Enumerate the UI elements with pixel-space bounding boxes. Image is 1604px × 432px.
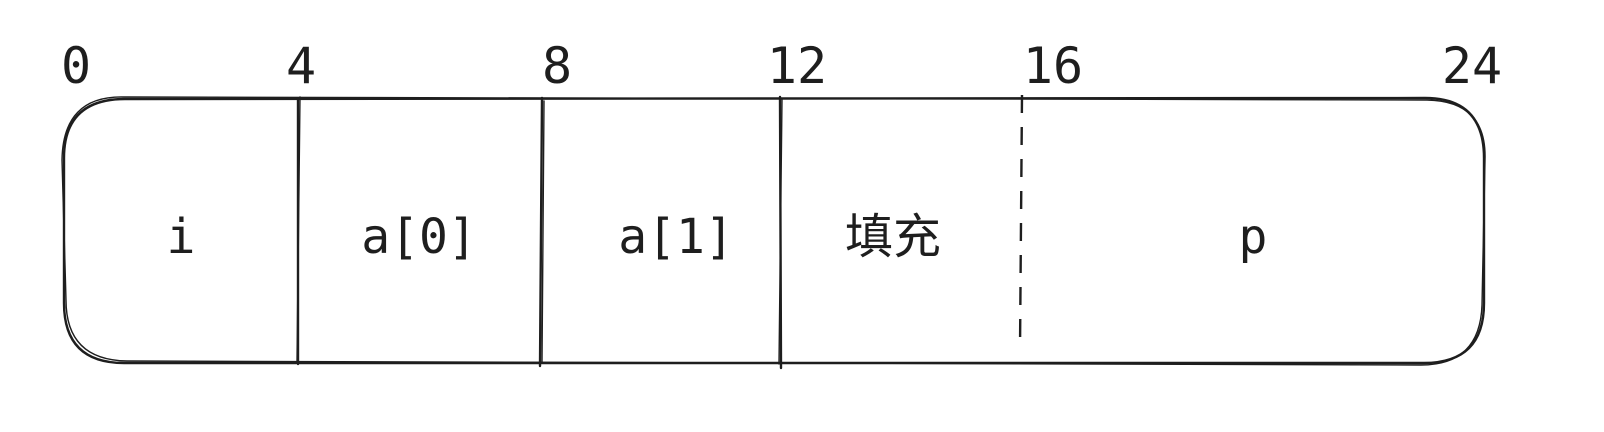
struct-memory-layout-diagram: 0 4 8 12 16 24 i a[0] a[1] 填充 p xyxy=(61,37,1502,370)
field-label-i: i xyxy=(167,209,196,265)
offset-label-24: 24 xyxy=(1442,37,1502,95)
boundary-at-8 xyxy=(538,96,545,368)
offset-label-4: 4 xyxy=(286,37,316,95)
field-label-padding: 填充 xyxy=(845,209,941,265)
offset-label-16: 16 xyxy=(1023,37,1083,95)
boundary-at-16-dashed xyxy=(1018,94,1024,351)
field-label-a0: a[0] xyxy=(361,209,477,265)
struct-outline xyxy=(61,96,1486,366)
offset-label-8: 8 xyxy=(542,37,572,95)
boundary-at-4 xyxy=(296,96,301,366)
field-label-p: p xyxy=(1239,209,1268,265)
offset-label-12: 12 xyxy=(767,37,827,95)
field-label-a1: a[1] xyxy=(618,209,734,265)
offset-label-0: 0 xyxy=(61,37,91,95)
boundary-at-12 xyxy=(778,95,783,370)
